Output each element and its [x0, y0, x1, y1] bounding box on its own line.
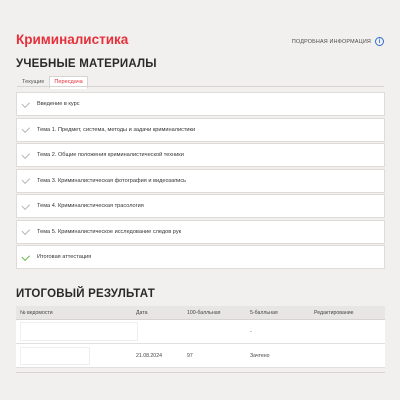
- module-item-topic-1[interactable]: Тема 1. Предмет, система, методы и задач…: [16, 117, 385, 142]
- course-title: Криминалистика: [16, 32, 129, 47]
- more-info-label: ПОДРОБНАЯ ИНФОРМАЦИЯ: [291, 38, 371, 45]
- module-label: Тема 3. Криминалистическая фотография и …: [37, 177, 187, 184]
- cell-date: 21.08.2024: [136, 353, 162, 359]
- module-list: Введение в курс Тема 1. Предмет, система…: [16, 92, 385, 271]
- cell-score5: -: [250, 329, 252, 335]
- module-item-topic-5[interactable]: Тема 5. Криминалистическое исследование …: [16, 219, 385, 244]
- course-page: Криминалистика ПОДРОБНАЯ ИНФОРМАЦИЯ i УЧ…: [0, 0, 400, 400]
- module-label: Тема 4. Криминалистическая трасология: [37, 203, 144, 209]
- check-icon: [21, 99, 31, 108]
- redacted-cell: [20, 347, 90, 365]
- check-icon: [21, 175, 31, 185]
- info-icon[interactable]: i: [375, 37, 384, 46]
- module-label: Итоговая аттестация: [37, 254, 92, 260]
- check-icon: [21, 150, 31, 159]
- cell-score5: Зачтено: [250, 353, 270, 359]
- tab-current[interactable]: Текущие: [17, 76, 49, 89]
- check-icon: [21, 252, 31, 261]
- materials-tabs: Текущие Пересдача: [17, 76, 88, 89]
- redacted-cell: [20, 322, 138, 341]
- table-row: -: [16, 320, 385, 344]
- column-header-date: Дата: [136, 310, 148, 316]
- module-label: Тема 5. Криминалистическое исследование …: [37, 228, 182, 235]
- cell-score100: 97: [187, 353, 193, 359]
- column-header-statement: № ведомости: [20, 310, 53, 316]
- module-label: Введение в курс: [37, 101, 80, 107]
- module-item-final-attestation[interactable]: Итоговая аттестация: [16, 245, 385, 269]
- results-table: № ведомости Дата 100-балльная 5-балльная…: [16, 306, 385, 368]
- module-label: Тема 2. Общие положения криминалистическ…: [37, 152, 184, 158]
- check-icon: [21, 201, 31, 210]
- tab-retake[interactable]: Пересдача: [49, 76, 88, 89]
- check-icon: [21, 124, 31, 134]
- column-header-edit: Редактирование: [314, 310, 354, 316]
- table-row: 21.08.2024 97 Зачтено: [16, 344, 385, 368]
- module-item-topic-3[interactable]: Тема 3. Криминалистическая фотография и …: [16, 168, 385, 193]
- table-bottom-divider: [16, 372, 385, 373]
- results-table-header: № ведомости Дата 100-балльная 5-балльная…: [16, 306, 385, 320]
- results-title: ИТОГОВЫЙ РЕЗУЛЬТАТ: [16, 288, 155, 300]
- tabs-divider: [17, 86, 384, 87]
- module-item-intro[interactable]: Введение в курс: [16, 92, 385, 116]
- column-header-score100: 100-балльная: [187, 310, 221, 316]
- check-icon: [21, 226, 31, 236]
- module-item-topic-4[interactable]: Тема 4. Криминалистическая трасология: [16, 194, 385, 218]
- module-label: Тема 1. Предмет, система, методы и задач…: [37, 126, 196, 133]
- materials-title: УЧЕБНЫЕ МАТЕРИАЛЫ: [16, 58, 157, 70]
- module-item-topic-2[interactable]: Тема 2. Общие положения криминалистическ…: [16, 143, 385, 167]
- column-header-score5: 5-балльная: [250, 310, 278, 316]
- more-info-link[interactable]: ПОДРОБНАЯ ИНФОРМАЦИЯ i: [292, 37, 384, 46]
